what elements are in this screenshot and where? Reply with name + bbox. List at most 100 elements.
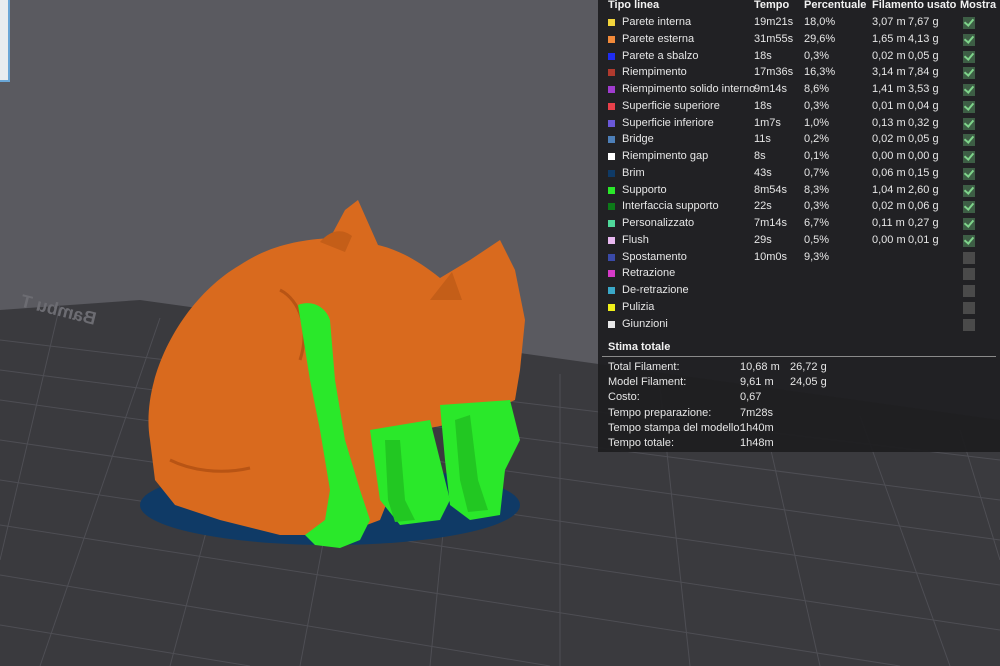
length-value: 3,07 m — [872, 16, 906, 28]
color-swatch — [608, 320, 615, 328]
time-value: 7m14s — [754, 217, 788, 229]
time-value: 11s — [754, 133, 771, 146]
color-swatch — [608, 287, 615, 294]
length-value: 0,11 m — [872, 217, 905, 229]
length-value: 0,02 m — [872, 200, 906, 213]
weight-value: 3,53 g — [908, 83, 939, 95]
line-type-label: Parete esterna — [622, 32, 695, 45]
line-type-label: Superficie inferiore — [622, 116, 714, 129]
legend-row: Pulizia — [598, 299, 1000, 316]
percent-value: 0,5% — [804, 233, 830, 246]
percent-value: 9,3% — [804, 250, 830, 263]
length-value: 1,41 m — [872, 83, 906, 95]
color-swatch — [608, 52, 615, 60]
time-value: 18s — [754, 99, 772, 112]
weight-value: 0,05 g — [908, 49, 939, 62]
percent-value: 6,7% — [804, 217, 830, 229]
show-checkbox[interactable] — [963, 100, 975, 113]
weight-value: 0,06 g — [908, 200, 939, 213]
summary-row: Costo: 0,67 — [598, 390, 1000, 405]
show-checkbox[interactable] — [963, 285, 975, 297]
time-value: 29s — [754, 233, 772, 246]
summary-row: Tempo stampa del modello: 1h40m — [598, 421, 1000, 436]
line-type-label: Riempimento solido interno — [622, 83, 756, 95]
weight-value: 0,01 g — [908, 233, 939, 246]
legend-row: Superficie superiore 18s 0,3% 0,01 m 0,04 g — [598, 98, 1000, 115]
summary-value: 7m28s — [740, 406, 774, 419]
percent-value: 1,0% — [804, 116, 830, 129]
summary-label: Total Filament: — [608, 361, 680, 373]
line-type-label: Parete a sbalzo — [622, 49, 699, 62]
line-type-label: Parete interna — [622, 16, 692, 28]
legend-row: Riempimento 17m36s 16,3% 3,14 m 7,84 g — [598, 64, 1000, 81]
length-value: 0,00 m — [872, 233, 906, 246]
line-type-label: Retrazione — [622, 267, 676, 280]
show-checkbox[interactable] — [963, 201, 975, 214]
line-type-label: Spostamento — [622, 250, 687, 263]
percent-value: 29,6% — [804, 32, 836, 45]
show-checkbox[interactable] — [963, 184, 975, 197]
color-swatch — [608, 253, 615, 261]
show-checkbox[interactable] — [963, 33, 975, 46]
show-checkbox[interactable] — [963, 234, 975, 247]
header-filament: Filamento usato — [872, 0, 957, 11]
length-value: 1,65 m — [872, 32, 906, 45]
legend-row: Spostamento 10m0s 9,3% — [598, 249, 1000, 266]
show-checkbox[interactable] — [963, 218, 975, 230]
line-type-label: Brim — [622, 166, 645, 179]
line-type-label: Riempimento gap — [622, 150, 709, 162]
show-checkbox[interactable] — [963, 50, 975, 63]
header-time: Tempo — [754, 0, 790, 11]
legend-row: Riempimento solido interno 9m14s 8,6% 1,41 … — [598, 81, 1000, 98]
percent-value: 0,1% — [804, 150, 830, 162]
line-type-label: Riempimento — [622, 66, 687, 79]
color-swatch — [608, 86, 615, 93]
color-swatch — [608, 203, 615, 211]
summary-label: Tempo stampa del modello: — [608, 421, 743, 434]
legend-row: Superficie inferiore 1m7s 1,0% 0,13 m 0,32 g — [598, 115, 1000, 132]
length-value: 0,01 m — [872, 99, 906, 112]
time-value: 31m55s — [754, 32, 794, 45]
weight-value: 0,27 g — [908, 217, 939, 229]
length-value: 0,02 m — [872, 133, 906, 146]
show-checkbox[interactable] — [963, 318, 975, 331]
left-panel-tab[interactable] — [0, 0, 10, 82]
show-checkbox[interactable] — [963, 301, 975, 314]
color-swatch — [608, 220, 615, 227]
show-checkbox[interactable] — [963, 134, 975, 147]
header-show: Mostra — [960, 0, 997, 11]
show-checkbox[interactable] — [963, 67, 975, 80]
summary-row: Total Filament: 10,68 m 26,72 g — [598, 360, 1000, 375]
color-swatch — [608, 270, 615, 278]
summary-value: 10,68 m — [740, 361, 780, 373]
show-checkbox[interactable] — [963, 268, 975, 281]
legend-row: Giunzioni — [598, 316, 1000, 333]
show-checkbox[interactable] — [963, 117, 975, 130]
show-checkbox[interactable] — [963, 167, 975, 180]
legend-row: Parete interna 19m21s 18,0% 3,07 m 7,67 g — [598, 14, 1000, 31]
percent-value: 8,6% — [804, 83, 830, 95]
summary-row: Tempo totale: 1h48m — [598, 436, 1000, 451]
weight-value: 0,00 g — [908, 150, 939, 162]
color-swatch — [608, 303, 615, 311]
length-value: 0,00 m — [872, 150, 906, 162]
summary-divider — [602, 356, 996, 357]
percent-value: 0,3% — [804, 99, 830, 112]
show-checkbox[interactable] — [963, 17, 975, 29]
length-value: 0,02 m — [872, 49, 906, 62]
color-swatch — [608, 19, 615, 26]
summary-label: Tempo preparazione: — [608, 406, 712, 419]
show-checkbox[interactable] — [963, 84, 975, 96]
show-checkbox[interactable] — [963, 251, 975, 264]
color-swatch — [608, 119, 615, 127]
time-value: 9m14s — [754, 83, 788, 95]
header-type: Tipo linea — [608, 0, 660, 11]
percent-value: 8,3% — [804, 183, 830, 196]
show-checkbox[interactable] — [963, 151, 975, 163]
legend-row: Retrazione — [598, 265, 1000, 282]
line-type-label: Bridge — [622, 133, 654, 146]
weight-value: 0,04 g — [908, 99, 939, 112]
legend-row: Brim 43s 0,7% 0,06 m 0,15 g — [598, 165, 1000, 182]
line-type-label: Supporto — [622, 183, 667, 196]
legend-row: De-retrazione — [598, 282, 1000, 299]
